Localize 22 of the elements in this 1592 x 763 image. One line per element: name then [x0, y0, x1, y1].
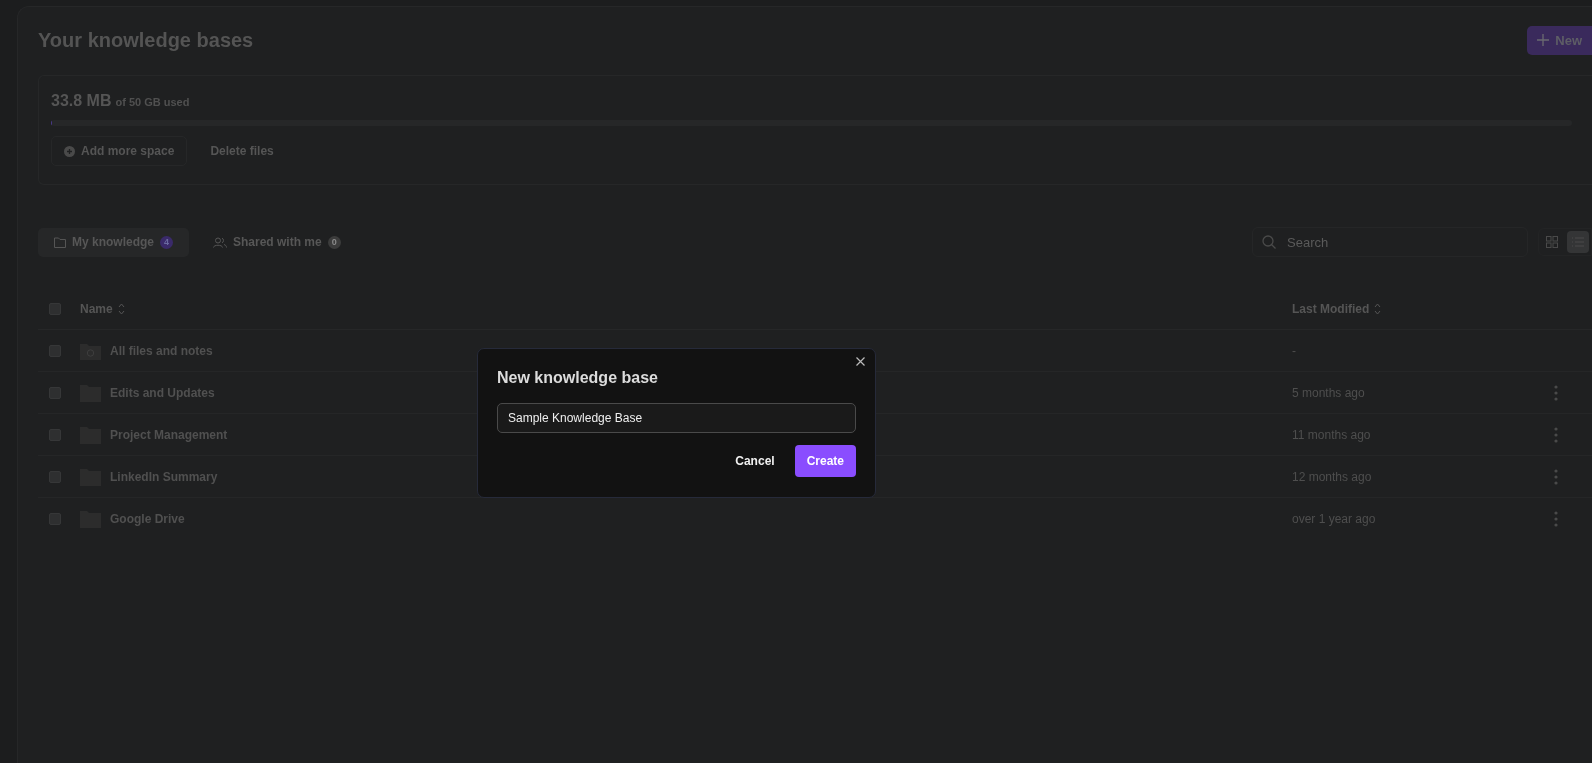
folder-icon: [54, 236, 66, 248]
name-input-field[interactable]: Sample Knowledge Base: [497, 403, 856, 433]
sort-icon[interactable]: [1374, 303, 1382, 315]
more-options-icon[interactable]: [1554, 426, 1558, 443]
grid-icon: [1546, 236, 1558, 248]
search-icon: [1262, 235, 1276, 249]
close-icon[interactable]: [856, 357, 865, 366]
more-options-icon[interactable]: [1554, 510, 1558, 527]
plus-circle-icon: [64, 145, 75, 157]
more-options-icon[interactable]: [1554, 384, 1558, 401]
last-modified: -: [1292, 343, 1296, 358]
dialog-title: New knowledge base: [497, 369, 659, 387]
plus-icon: [1537, 34, 1550, 46]
create-button[interactable]: Create: [794, 445, 856, 477]
search-field[interactable]: Search: [1252, 227, 1528, 257]
tab[interactable]: Shared with me 0: [197, 227, 357, 257]
people-icon: [213, 236, 227, 248]
cancel-button[interactable]: Cancel: [725, 446, 785, 476]
sort-icon[interactable]: [117, 303, 125, 315]
view-toggle-button[interactable]: [1567, 231, 1589, 253]
more-options-icon[interactable]: [1554, 468, 1558, 485]
history-folder-icon: [80, 341, 101, 360]
